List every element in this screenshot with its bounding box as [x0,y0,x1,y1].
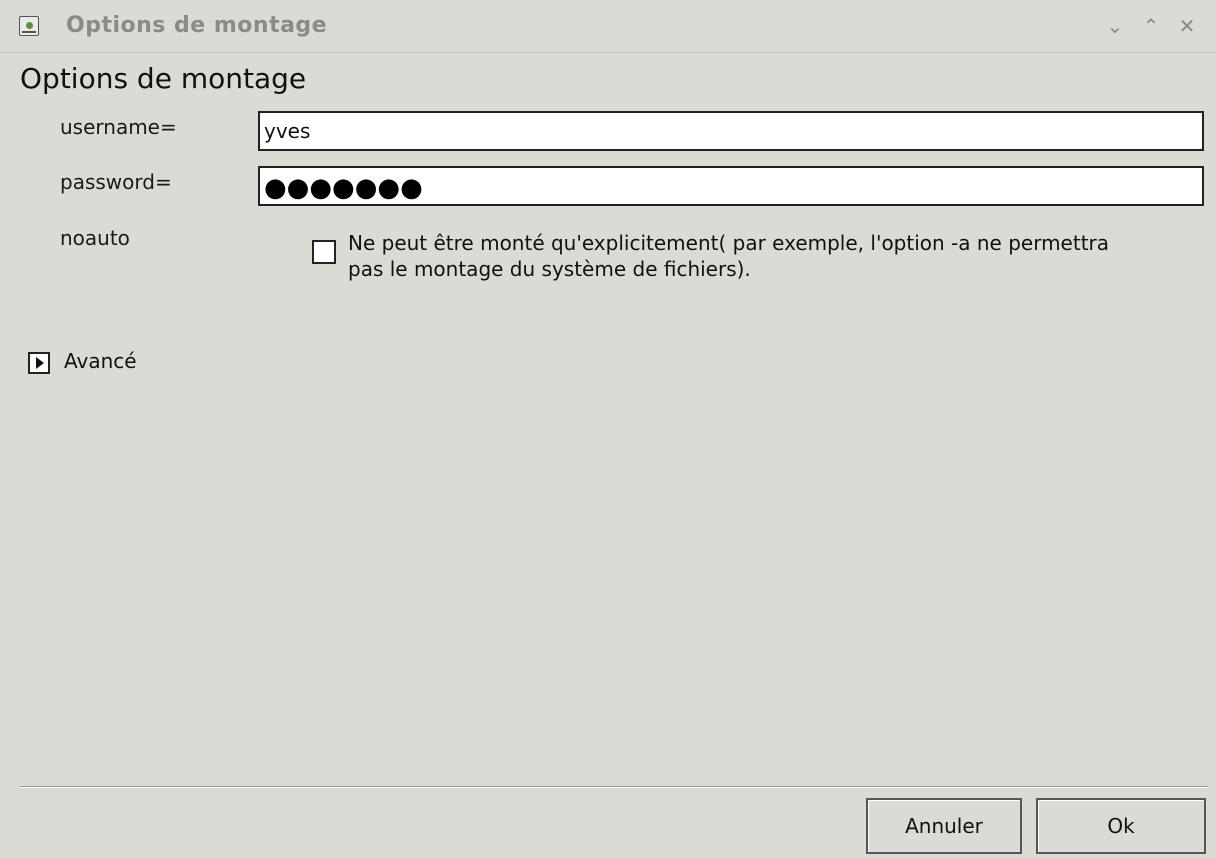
cancel-button[interactable]: Annuler [866,798,1022,854]
triangle-right-icon[interactable] [28,352,50,374]
advanced-expander[interactable]: Avancé [64,349,137,373]
window-title: Options de montage [66,13,328,38]
ok-button[interactable]: Ok [1036,798,1206,854]
maximize-icon[interactable]: ⌃ [1140,14,1162,38]
username-label: username= [60,115,177,139]
username-field[interactable] [258,111,1204,151]
close-icon[interactable]: ✕ [1176,14,1198,38]
minimize-icon[interactable]: ⌄ [1104,14,1126,38]
page-title: Options de montage [20,62,307,95]
title-bar: Options de montage ⌄ ⌃ ✕ [0,0,1216,53]
noauto-label: noauto [60,226,130,250]
separator [20,786,1208,788]
password-value: ●●●●●●● [264,173,423,203]
noauto-description[interactable]: Ne peut être monté qu'explicitement( par… [348,230,1128,282]
app-icon [19,16,39,36]
password-label: password= [60,170,172,194]
noauto-checkbox[interactable] [312,240,336,264]
